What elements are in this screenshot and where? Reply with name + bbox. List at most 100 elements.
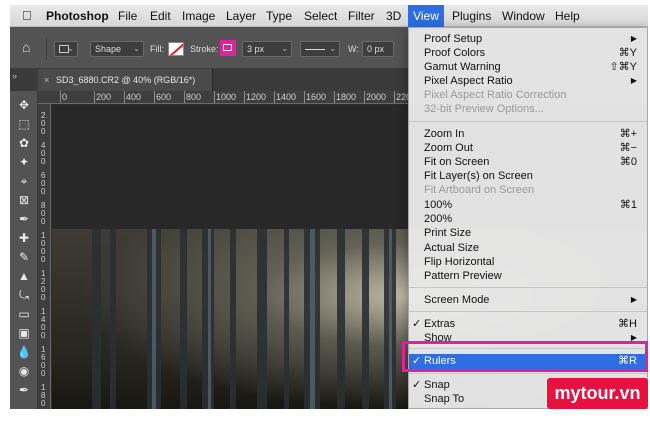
menu-file[interactable]: File <box>118 5 137 27</box>
brush-tool-icon[interactable]: ✎ <box>15 249 33 265</box>
menu-item-200-percent[interactable]: 200% <box>409 212 647 226</box>
home-icon[interactable]: ⌂ <box>22 39 30 55</box>
move-tool-icon[interactable]: ✥ <box>15 97 33 113</box>
ruler-digit: 0 <box>41 217 46 226</box>
pen-tool-icon[interactable]: ✒ <box>15 382 33 398</box>
menu-3d[interactable]: 3D <box>386 5 401 27</box>
ruler-digit: 0 <box>41 331 46 340</box>
collapse-panels-icon[interactable]: » <box>12 71 17 81</box>
menu-item-label: Snap To <box>424 393 465 405</box>
app-name-menu[interactable]: Photoshop <box>46 5 109 27</box>
menu-select[interactable]: Select <box>304 5 337 27</box>
submenu-arrow-icon: ▶ <box>630 34 637 43</box>
ruler-digit: 0 <box>41 187 46 196</box>
vertical-ruler[interactable]: 2 0 0 4 0 0 6 0 0 8 0 0 1 0 0 0 1 2 0 0 … <box>38 104 51 409</box>
dodge-tool-icon[interactable]: ◉ <box>15 363 33 379</box>
eraser-tool-icon[interactable]: ▭ <box>15 306 33 322</box>
lasso-tool-icon[interactable]: ✿ <box>15 135 33 151</box>
frame-tool-icon[interactable]: ⊠ <box>15 192 33 208</box>
document-tab[interactable]: × SD3_6880.CR2 @ 40% (RGB/16*) <box>38 69 213 91</box>
shape-mode-select[interactable]: Shape ⌄ <box>90 41 144 57</box>
ruler-digit: 0 <box>41 293 46 302</box>
ruler-digit: 0 <box>41 157 46 166</box>
menu-item-shortcut: ⌘1 <box>619 199 637 211</box>
menu-image[interactable]: Image <box>182 5 215 27</box>
menu-item-gamut-warning[interactable]: Gamut Warning ⇧⌘Y <box>409 60 647 74</box>
ruler-tick: 0 <box>59 91 68 103</box>
stroke-width-value: 3 px <box>247 44 265 54</box>
menu-item-extras[interactable]: ✓ Extras ⌘H <box>409 317 647 331</box>
menu-item-100-percent[interactable]: 100% ⌘1 <box>409 198 647 212</box>
menu-item-shortcut: ⇧⌘Y <box>609 61 637 73</box>
menu-item-shortcut: ⌘Y <box>618 47 637 59</box>
menu-item-label: Screen Mode <box>424 294 490 306</box>
menu-item-label: Print Size <box>424 227 472 239</box>
menu-item-zoom-out[interactable]: Zoom Out ⌘− <box>409 141 647 155</box>
menu-item-screen-mode[interactable]: Screen Mode ▶ <box>409 293 647 307</box>
blur-tool-icon[interactable]: 💧 <box>15 344 33 360</box>
menu-item-proof-setup[interactable]: Proof Setup ▶ <box>409 32 647 46</box>
ruler-tick: 800 <box>183 91 202 103</box>
gradient-tool-icon[interactable]: ▣ <box>15 325 33 341</box>
menu-separator <box>409 287 647 288</box>
ruler-digit: 0 <box>41 255 46 264</box>
menu-item-zoom-in[interactable]: Zoom In ⌘+ <box>409 127 647 141</box>
clone-stamp-icon[interactable]: ▲ <box>15 268 33 284</box>
menu-item-label: 100% <box>424 199 453 211</box>
menu-item-pattern-preview[interactable]: Pattern Preview <box>409 269 647 283</box>
menu-item-fit-on-screen[interactable]: Fit on Screen ⌘0 <box>409 155 647 169</box>
healing-brush-icon[interactable]: ✚ <box>15 230 33 246</box>
line-style-icon <box>305 49 325 51</box>
marquee-tool-icon[interactable]: ⬚ <box>15 116 33 132</box>
menu-type[interactable]: Type <box>266 5 292 27</box>
history-brush-icon[interactable]: ⤿ <box>15 287 33 303</box>
menu-item-label: Extras <box>424 318 456 330</box>
tool-preset-picker[interactable]: ⌄ <box>54 41 78 57</box>
menu-filter[interactable]: Filter <box>348 5 375 27</box>
menu-help[interactable]: Help <box>555 5 580 27</box>
ruler-tick: 1800 <box>333 91 357 103</box>
menu-item-shortcut: ⌘H <box>618 318 637 330</box>
magic-wand-icon[interactable]: ✦ <box>15 154 33 170</box>
menu-item-32bit-preview-options: 32-bit Preview Options... <box>409 102 647 116</box>
stroke-color-icon <box>223 44 232 51</box>
chevron-down-icon: ⌄ <box>281 44 288 53</box>
menu-item-shortcut: ⌘− <box>619 142 637 154</box>
width-value: 0 px <box>367 44 385 54</box>
ruler-digit: 0 <box>41 127 46 136</box>
ruler-tick: 200 <box>93 91 112 103</box>
eyedropper-icon[interactable]: ✒ <box>15 211 33 227</box>
menu-item-pixel-aspect-ratio[interactable]: Pixel Aspect Ratio ▶ <box>409 74 647 88</box>
submenu-arrow-icon: ▶ <box>630 76 637 85</box>
width-field[interactable]: 0 px <box>362 41 394 57</box>
menu-item-fit-artboard-on-screen: Fit Artboard on Screen <box>409 183 647 197</box>
checkmark-icon: ✓ <box>412 318 422 330</box>
close-tab-icon[interactable]: × <box>44 69 49 91</box>
stroke-swatch[interactable] <box>220 40 236 56</box>
menu-layer[interactable]: Layer <box>226 5 256 27</box>
menu-item-label: Zoom Out <box>424 142 473 154</box>
ruler-tick: 1000 <box>213 91 237 103</box>
menu-item-proof-colors[interactable]: Proof Colors ⌘Y <box>409 46 647 60</box>
checkmark-icon: ✓ <box>412 379 422 391</box>
fill-swatch[interactable] <box>168 42 184 56</box>
menu-window[interactable]: Window <box>502 5 545 27</box>
crop-tool-icon[interactable]: ⌖ <box>15 173 33 189</box>
rulers-highlight-frame <box>402 341 648 372</box>
menu-item-fit-layers-on-screen[interactable]: Fit Layer(s) on Screen <box>409 169 647 183</box>
apple-icon[interactable]:  <box>22 5 32 27</box>
menu-item-label: Snap <box>424 379 450 391</box>
menu-item-label: Gamut Warning <box>424 61 501 73</box>
menu-item-shortcut: ⌘0 <box>619 156 637 168</box>
menu-item-actual-size[interactable]: Actual Size <box>409 241 647 255</box>
menu-edit[interactable]: Edit <box>150 5 171 27</box>
menu-item-flip-horizontal[interactable]: Flip Horizontal <box>409 255 647 269</box>
menu-view[interactable]: View <box>408 5 444 27</box>
menu-plugins[interactable]: Plugins <box>452 5 491 27</box>
menu-item-pixel-aspect-ratio-correction: Pixel Aspect Ratio Correction <box>409 88 647 102</box>
watermark-logo: mytour.vn <box>547 378 648 409</box>
stroke-type-select[interactable]: ⌄ <box>300 41 340 57</box>
ruler-tick: 2000 <box>363 91 387 103</box>
stroke-width-field[interactable]: 3 px ⌄ <box>242 41 292 57</box>
menu-item-print-size[interactable]: Print Size <box>409 226 647 240</box>
